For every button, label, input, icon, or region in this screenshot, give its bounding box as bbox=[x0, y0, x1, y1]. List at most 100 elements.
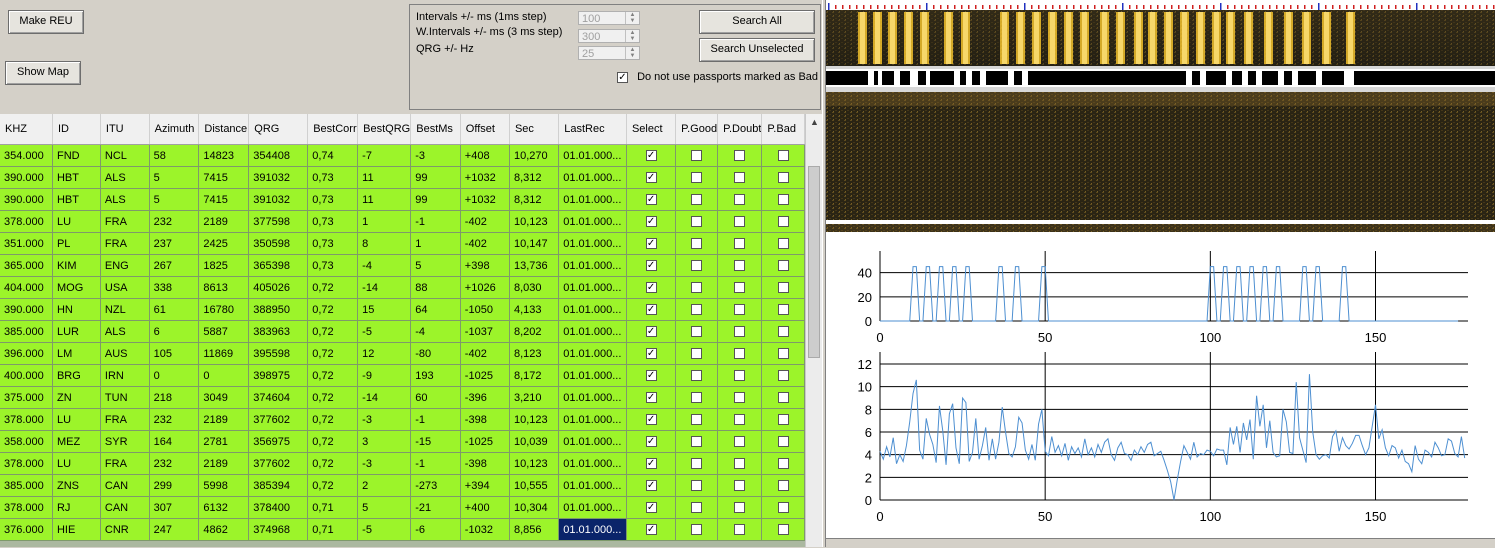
p-good-checkbox[interactable] bbox=[691, 172, 703, 184]
cell-last[interactable]: 01.01.000... bbox=[558, 342, 627, 365]
cell-qrg[interactable]: 378400 bbox=[248, 496, 309, 519]
cell-corr[interactable]: 0,71 bbox=[307, 518, 359, 541]
p-good-checkbox[interactable] bbox=[691, 414, 703, 426]
p-doubt-checkbox[interactable] bbox=[734, 194, 746, 206]
cell-qrg[interactable]: 391032 bbox=[248, 188, 309, 211]
table-row[interactable]: 378.000 LU FRA 232 2189 377598 0,73 1 -1 -402 10,1… bbox=[0, 210, 805, 233]
cell-off[interactable]: +400 bbox=[460, 496, 510, 519]
table-row[interactable]: 354.000 FND NCL 58 14823 354408 0,74 -7 -3 +408 10… bbox=[0, 144, 805, 167]
cell-bqrg[interactable]: 2 bbox=[357, 474, 412, 497]
show-map-button[interactable]: Show Map bbox=[5, 61, 81, 85]
cell-sec[interactable]: 10,039 bbox=[509, 430, 560, 453]
cell-dist[interactable]: 2425 bbox=[198, 232, 250, 255]
cell-khz[interactable]: 404.000 bbox=[0, 276, 53, 299]
make-reu-button[interactable]: Make REU bbox=[8, 10, 84, 34]
cell-itu[interactable]: CAN bbox=[100, 474, 150, 497]
column-header[interactable]: Sec bbox=[509, 114, 560, 145]
table-row[interactable]: 376.000 HIE CNR 247 4862 374968 0,71 -5 -6 -1032 8… bbox=[0, 518, 805, 541]
cell-bms[interactable]: -15 bbox=[410, 430, 461, 453]
cell-sec[interactable]: 10,123 bbox=[509, 210, 560, 233]
p-good-checkbox[interactable] bbox=[691, 392, 703, 404]
p-bad-checkbox[interactable] bbox=[777, 370, 789, 382]
cell-itu[interactable]: CAN bbox=[100, 496, 150, 519]
no-bad-passports-checkbox[interactable]: ✓ bbox=[617, 71, 628, 83]
select-checkbox[interactable]: ✓ bbox=[645, 436, 657, 448]
p-good-checkbox[interactable] bbox=[691, 150, 703, 162]
cell-last[interactable]: 01.01.000... bbox=[558, 276, 627, 299]
cell-dist[interactable]: 2189 bbox=[198, 452, 250, 475]
cell-sec[interactable]: 8,856 bbox=[509, 518, 560, 541]
cell-last[interactable]: 01.01.000... bbox=[558, 408, 627, 431]
p-doubt-checkbox[interactable] bbox=[734, 502, 746, 514]
cell-bqrg[interactable]: 1 bbox=[357, 210, 412, 233]
cell-qrg[interactable]: 356975 bbox=[248, 430, 309, 453]
cell-last[interactable]: 01.01.000... bbox=[558, 496, 627, 519]
qrg-stepper[interactable]: 25 ▲ ▼ bbox=[578, 46, 640, 60]
cell-sec[interactable]: 10,123 bbox=[509, 452, 560, 475]
p-good-checkbox[interactable] bbox=[691, 282, 703, 294]
cell-az[interactable]: 61 bbox=[149, 298, 200, 321]
p-bad-checkbox[interactable] bbox=[777, 150, 789, 162]
p-doubt-checkbox[interactable] bbox=[734, 524, 746, 536]
column-header[interactable]: Distance bbox=[198, 114, 250, 145]
cell-id[interactable]: MEZ bbox=[52, 430, 101, 453]
p-bad-checkbox[interactable] bbox=[777, 216, 789, 228]
cell-khz[interactable]: 378.000 bbox=[0, 496, 53, 519]
cell-last[interactable]: 01.01.000... bbox=[558, 386, 627, 409]
cell-id[interactable]: KIM bbox=[52, 254, 101, 277]
cell-last[interactable]: 01.01.000... bbox=[558, 144, 627, 167]
cell-dist[interactable]: 5998 bbox=[198, 474, 250, 497]
cell-id[interactable]: MOG bbox=[52, 276, 101, 299]
cell-az[interactable]: 232 bbox=[149, 452, 200, 475]
p-doubt-checkbox[interactable] bbox=[734, 392, 746, 404]
table-row[interactable]: 378.000 LU FRA 232 2189 377602 0,72 -3 -1 -398 10,… bbox=[0, 452, 805, 475]
cell-khz[interactable]: 378.000 bbox=[0, 452, 53, 475]
cell-itu[interactable]: ENG bbox=[100, 254, 150, 277]
p-good-checkbox[interactable] bbox=[691, 524, 703, 536]
spin-arrows-icon[interactable]: ▲ ▼ bbox=[625, 47, 639, 59]
cell-sec[interactable]: 8,202 bbox=[509, 320, 560, 343]
select-checkbox[interactable]: ✓ bbox=[645, 150, 657, 162]
cell-khz[interactable]: 358.000 bbox=[0, 430, 53, 453]
table-row[interactable]: 400.000 BRG IRN 0 0 398975 0,72 -9 193 -1025 8,172… bbox=[0, 364, 805, 387]
select-checkbox[interactable]: ✓ bbox=[645, 348, 657, 360]
p-doubt-checkbox[interactable] bbox=[734, 348, 746, 360]
cell-dist[interactable]: 8613 bbox=[198, 276, 250, 299]
cell-khz[interactable]: 390.000 bbox=[0, 298, 53, 321]
cell-az[interactable]: 299 bbox=[149, 474, 200, 497]
p-good-checkbox[interactable] bbox=[691, 370, 703, 382]
cell-qrg[interactable]: 377602 bbox=[248, 452, 309, 475]
cell-id[interactable]: HBT bbox=[52, 166, 101, 189]
select-checkbox[interactable]: ✓ bbox=[645, 392, 657, 404]
cell-itu[interactable]: NZL bbox=[100, 298, 150, 321]
cell-id[interactable]: LU bbox=[52, 408, 101, 431]
cell-bms[interactable]: 193 bbox=[410, 364, 461, 387]
cell-bms[interactable]: -3 bbox=[410, 144, 461, 167]
cell-corr[interactable]: 0,73 bbox=[307, 188, 359, 211]
cell-bqrg[interactable]: 5 bbox=[357, 496, 412, 519]
p-bad-checkbox[interactable] bbox=[777, 502, 789, 514]
cell-itu[interactable]: ALS bbox=[100, 166, 150, 189]
scroll-thumb[interactable] bbox=[808, 166, 820, 358]
cell-dist[interactable]: 14823 bbox=[198, 144, 250, 167]
cell-az[interactable]: 267 bbox=[149, 254, 200, 277]
select-checkbox[interactable]: ✓ bbox=[645, 304, 657, 316]
cell-sec[interactable]: 10,270 bbox=[509, 144, 560, 167]
cell-dist[interactable]: 3049 bbox=[198, 386, 250, 409]
cell-id[interactable]: LU bbox=[52, 210, 101, 233]
cell-corr[interactable]: 0,73 bbox=[307, 232, 359, 255]
p-good-checkbox[interactable] bbox=[691, 458, 703, 470]
table-row[interactable]: 378.000 LU FRA 232 2189 377602 0,72 -3 -1 -398 10,… bbox=[0, 408, 805, 431]
scroll-up-icon[interactable]: ▲ bbox=[806, 114, 823, 130]
cell-khz[interactable]: 396.000 bbox=[0, 342, 53, 365]
cell-qrg[interactable]: 391032 bbox=[248, 166, 309, 189]
cell-az[interactable]: 164 bbox=[149, 430, 200, 453]
cell-off[interactable]: -398 bbox=[460, 452, 510, 475]
cell-last[interactable]: 01.01.000... bbox=[558, 210, 627, 233]
cell-dist[interactable]: 1825 bbox=[198, 254, 250, 277]
cell-bqrg[interactable]: 12 bbox=[357, 342, 412, 365]
cell-qrg[interactable]: 350598 bbox=[248, 232, 309, 255]
table-row[interactable]: 396.000 LM AUS 105 11869 395598 0,72 12 -80 -402 8… bbox=[0, 342, 805, 365]
p-doubt-checkbox[interactable] bbox=[734, 480, 746, 492]
p-good-checkbox[interactable] bbox=[691, 194, 703, 206]
